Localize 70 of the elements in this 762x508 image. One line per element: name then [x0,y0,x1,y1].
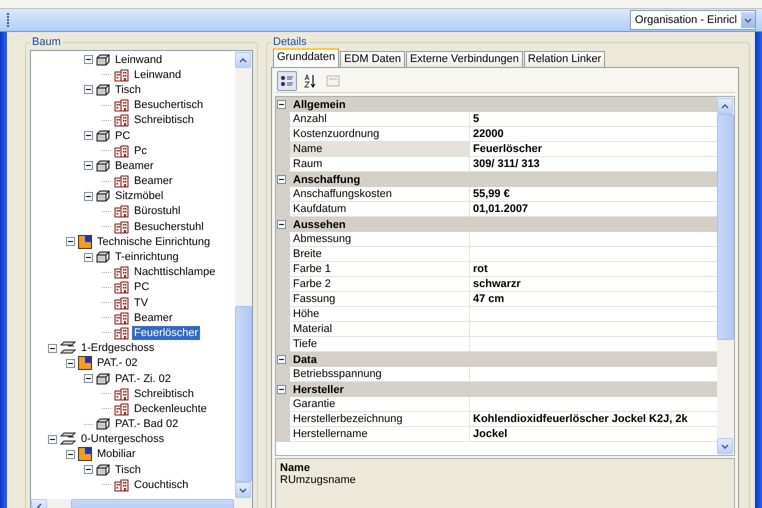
property-name[interactable]: Garantie [290,397,470,412]
tree-item[interactable]: Pc [132,144,149,158]
tree-item[interactable]: PAT.- 02 [95,356,140,370]
property-value[interactable]: schwarzr [470,277,717,292]
property-name[interactable]: Betriebsspannung [290,367,470,382]
property-value[interactable]: 47 cm [470,292,717,307]
category-label: Anschaffung [292,174,360,186]
category-label: Data [292,354,317,366]
tree-item[interactable]: TV [132,296,150,310]
property-value[interactable]: Kohlendioxidfeuerlöscher Jockel K2J, 2k [470,412,717,427]
tree-item[interactable]: Deckenleuchte [132,402,209,416]
group-title: Baum [31,36,62,48]
tree-item[interactable]: Leinwand [132,68,184,82]
property-name[interactable]: Kostenzuordnung [290,127,470,142]
tree-item[interactable]: Mobiliar [95,447,138,462]
property-name[interactable]: Herstellerbezeichnung [290,412,470,427]
tree-item[interactable]: Schreibtisch [132,386,196,401]
tree-item[interactable]: 0-Untergeschoss [79,432,166,446]
property-name[interactable]: Raum [290,157,470,172]
tree-item[interactable]: PAT.- Zi. 02 [113,372,173,386]
description-title: Name [280,462,311,474]
tree-item[interactable]: Tisch [113,82,143,97]
property-value[interactable]: Feuerlöscher [470,142,717,157]
category-label: Hersteller [292,384,344,396]
property-name[interactable]: Anschaffungskosten [290,187,470,202]
tree-item[interactable]: Beamer [132,174,175,188]
group-title: Details [272,36,308,48]
tree-item[interactable]: PAT.- Bad 02 [113,417,180,432]
tree-item[interactable]: Sitzmöbel [113,189,166,204]
category-label: Aussehen [292,218,346,230]
tree-item[interactable]: PC [113,128,132,143]
tree-item[interactable]: Couchtisch [132,478,190,492]
property-name[interactable]: Höhe [290,307,470,322]
category-label: Allgemein [292,98,346,110]
property-name[interactable]: Name [290,142,470,157]
tree-item[interactable]: Beamer [132,310,175,325]
property-value[interactable]: 55,99 € [470,187,717,202]
tree-item[interactable]: Besuchertisch [132,98,206,112]
tree-item[interactable]: Leinwand [113,52,164,67]
tree-item[interactable]: T-einrichtung [113,250,181,264]
property-name[interactable]: Breite [290,247,470,262]
property-value[interactable]: 22000 [470,127,717,142]
property-name[interactable]: Fassung [290,292,470,307]
organisation-dropdown[interactable]: Organisation - Einricl [630,10,756,30]
property-name[interactable]: Material [290,322,470,337]
tab[interactable]: Relation Linker [524,51,606,67]
tab[interactable]: EDM Daten [340,51,405,67]
property-value[interactable]: rot [470,262,717,277]
tree-item[interactable]: PC [132,280,152,294]
tab[interactable]: Externe Verbindungen [406,51,523,67]
property-name[interactable]: Kaufdatum [290,202,470,217]
tab[interactable]: Grunddaten [273,48,340,67]
property-name[interactable]: Tiefe [290,337,470,352]
property-name[interactable]: Farbe 1 [290,262,470,277]
property-name[interactable]: Abmessung [290,232,470,247]
tree-item[interactable]: Beamer [113,158,156,173]
description-text: RUmzugsname [280,474,357,486]
property-name[interactable]: Anzahl [290,112,470,127]
tree-item[interactable]: Besucherstuhl [132,220,206,234]
tree-item[interactable]: Nachttischlampe [132,265,218,280]
tree-item[interactable]: Technische Einrichtung [95,234,212,249]
property-name[interactable]: Herstellername [290,427,470,442]
tree-item[interactable]: Schreibtisch [132,113,196,128]
tree-item[interactable]: Tisch [113,462,143,477]
tree-item[interactable]: 1-Erdgeschoss [79,341,156,356]
property-name[interactable]: Farbe 2 [290,277,470,292]
property-value[interactable]: Jockel [470,427,717,442]
property-value[interactable]: 5 [470,112,717,127]
tree-item[interactable]: Bürostuhl [132,204,182,218]
tree-item[interactable]: Feuerlöscher [132,326,200,340]
